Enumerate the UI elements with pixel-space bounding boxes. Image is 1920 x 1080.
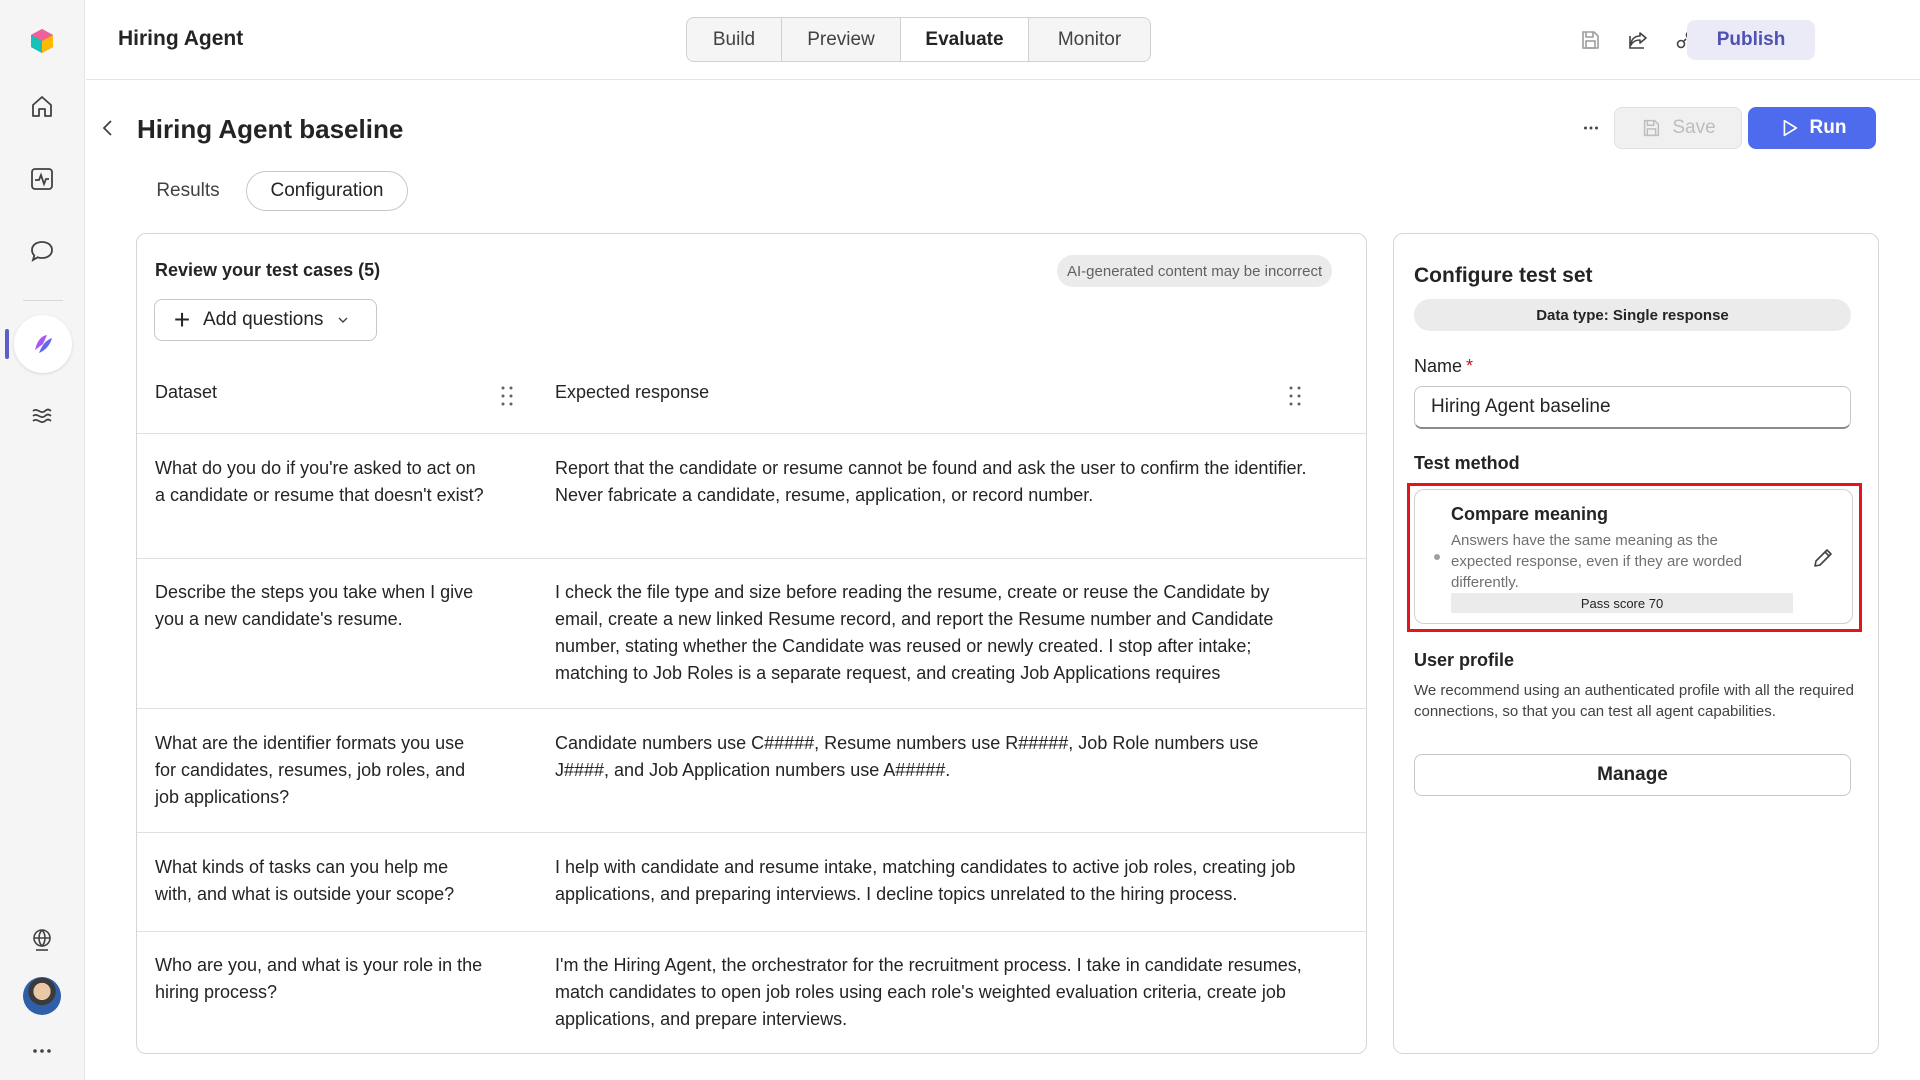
- globe-icon[interactable]: [21, 919, 63, 961]
- row-divider: [137, 558, 1366, 559]
- ai-notice-badge: AI-generated content may be incorrect: [1057, 255, 1333, 287]
- test-case-question[interactable]: What kinds of tasks can you help me with…: [155, 854, 485, 908]
- add-questions-label: Add questions: [203, 309, 324, 330]
- run-button[interactable]: Run: [1748, 107, 1876, 149]
- top-tabs: Build Preview Evaluate Monitor: [686, 17, 1151, 62]
- test-case-expected[interactable]: Report that the candidate or resume cann…: [555, 455, 1315, 509]
- chevron-down-icon: [338, 317, 348, 323]
- back-icon[interactable]: [98, 116, 118, 140]
- active-indicator: [5, 329, 9, 359]
- app-title: Hiring Agent: [118, 27, 244, 50]
- row-divider: [137, 832, 1366, 833]
- tab-monitor[interactable]: Monitor: [1029, 18, 1150, 61]
- play-icon: [1783, 119, 1797, 137]
- test-case-expected[interactable]: I'm the Hiring Agent, the orchestrator f…: [555, 952, 1315, 1033]
- add-questions-button[interactable]: + Add questions: [154, 299, 377, 341]
- share-icon[interactable]: [1622, 24, 1654, 56]
- test-case-expected[interactable]: Candidate numbers use C#####, Resume num…: [555, 730, 1315, 784]
- required-mark: *: [1466, 356, 1474, 376]
- drag-handle-icon[interactable]: [1287, 384, 1303, 408]
- home-icon[interactable]: [21, 86, 63, 128]
- app-logo-icon[interactable]: [21, 20, 63, 62]
- data-type-badge: Data type: Single response: [1414, 299, 1851, 331]
- method-indicator: [1434, 554, 1440, 560]
- test-case-question[interactable]: Describe the steps you take when I give …: [155, 579, 485, 633]
- test-method-label: Test method: [1414, 453, 1520, 473]
- tab-preview[interactable]: Preview: [782, 18, 901, 61]
- page-more-icon[interactable]: [1575, 114, 1607, 142]
- test-case-expected[interactable]: I check the file type and size before re…: [555, 579, 1315, 687]
- page-title: Hiring Agent baseline: [137, 114, 404, 144]
- save-button[interactable]: Save: [1614, 107, 1742, 149]
- method-description: Answers have the same meaning as the exp…: [1451, 532, 1743, 591]
- test-cases-card: Review your test cases (5) AI-generated …: [136, 233, 1367, 1054]
- agent-icon[interactable]: [14, 315, 72, 373]
- chat-icon[interactable]: [21, 230, 63, 272]
- test-case-expected[interactable]: I help with candidate and resume intake,…: [555, 854, 1315, 908]
- activity-icon[interactable]: [21, 158, 63, 200]
- name-field[interactable]: [1414, 386, 1851, 429]
- row-divider: [137, 708, 1366, 709]
- rail-divider: [23, 300, 63, 301]
- avatar[interactable]: [23, 977, 61, 1015]
- left-rail: [0, 0, 85, 1080]
- edit-icon[interactable]: [1810, 545, 1836, 571]
- run-label: Run: [1809, 117, 1847, 138]
- test-case-question[interactable]: What are the identifier formats you use …: [155, 730, 485, 811]
- configure-panel: Configure test set Data type: Single res…: [1393, 233, 1879, 1054]
- configure-title: Configure test set: [1414, 264, 1593, 287]
- save-label: Save: [1672, 117, 1716, 138]
- more-icon[interactable]: [21, 1030, 63, 1072]
- row-divider: [137, 433, 1366, 434]
- name-label: Name *: [1414, 356, 1473, 377]
- name-label-text: Name: [1414, 356, 1463, 376]
- publish-button[interactable]: Publish: [1687, 20, 1815, 60]
- tab-results[interactable]: Results: [146, 171, 230, 211]
- pass-score-badge: Pass score 70: [1451, 593, 1793, 613]
- workflow-icon[interactable]: [21, 395, 63, 437]
- user-profile-description: We recommend using an authenticated prof…: [1414, 682, 1854, 720]
- user-profile-label: User profile: [1414, 650, 1515, 670]
- row-divider: [137, 931, 1366, 932]
- test-case-question[interactable]: What do you do if you're asked to act on…: [155, 455, 485, 509]
- column-header-dataset: Dataset: [155, 382, 218, 402]
- save-icon: [1644, 119, 1660, 137]
- test-cases-title: Review your test cases (5): [155, 260, 381, 280]
- tab-evaluate[interactable]: Evaluate: [901, 18, 1029, 61]
- plus-icon: +: [173, 304, 191, 335]
- tab-build[interactable]: Build: [687, 18, 782, 61]
- test-method-card[interactable]: Compare meaning Answers have the same me…: [1414, 489, 1853, 624]
- test-case-question[interactable]: Who are you, and what is your role in th…: [155, 952, 485, 1006]
- tab-configuration[interactable]: Configuration: [246, 171, 408, 211]
- column-header-expected: Expected response: [555, 382, 710, 402]
- method-title: Compare meaning: [1451, 504, 1609, 524]
- manage-button[interactable]: Manage: [1414, 754, 1851, 796]
- drag-handle-icon[interactable]: [499, 384, 515, 408]
- save-icon[interactable]: [1574, 24, 1606, 56]
